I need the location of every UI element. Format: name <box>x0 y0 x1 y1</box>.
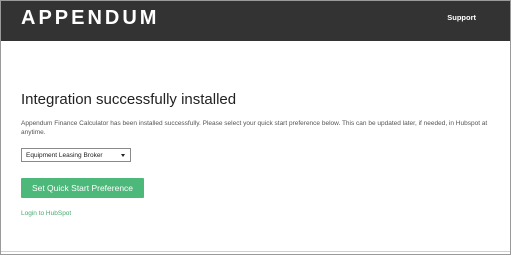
dropdown-arrow-icon <box>121 154 125 157</box>
appendum-logo[interactable]: APPENDUM <box>21 7 159 29</box>
app-window: APPENDUM Support Integration successfull… <box>0 0 511 255</box>
support-link[interactable]: Support <box>447 13 476 22</box>
page-title: Integration successfully installed <box>21 91 237 108</box>
select-selected-value: Equipment Leasing Broker <box>26 152 103 159</box>
top-navigation-bar: APPENDUM Support <box>1 1 510 41</box>
page-divider <box>1 251 510 252</box>
login-to-hubspot-link[interactable]: Login to HubSpot <box>21 210 71 217</box>
set-quick-start-preference-button[interactable]: Set Quick Start Preference <box>21 178 144 198</box>
install-description: Appendum Finance Calculator has been ins… <box>21 120 488 136</box>
quick-start-preference-select[interactable]: Equipment Leasing Broker <box>21 148 131 162</box>
